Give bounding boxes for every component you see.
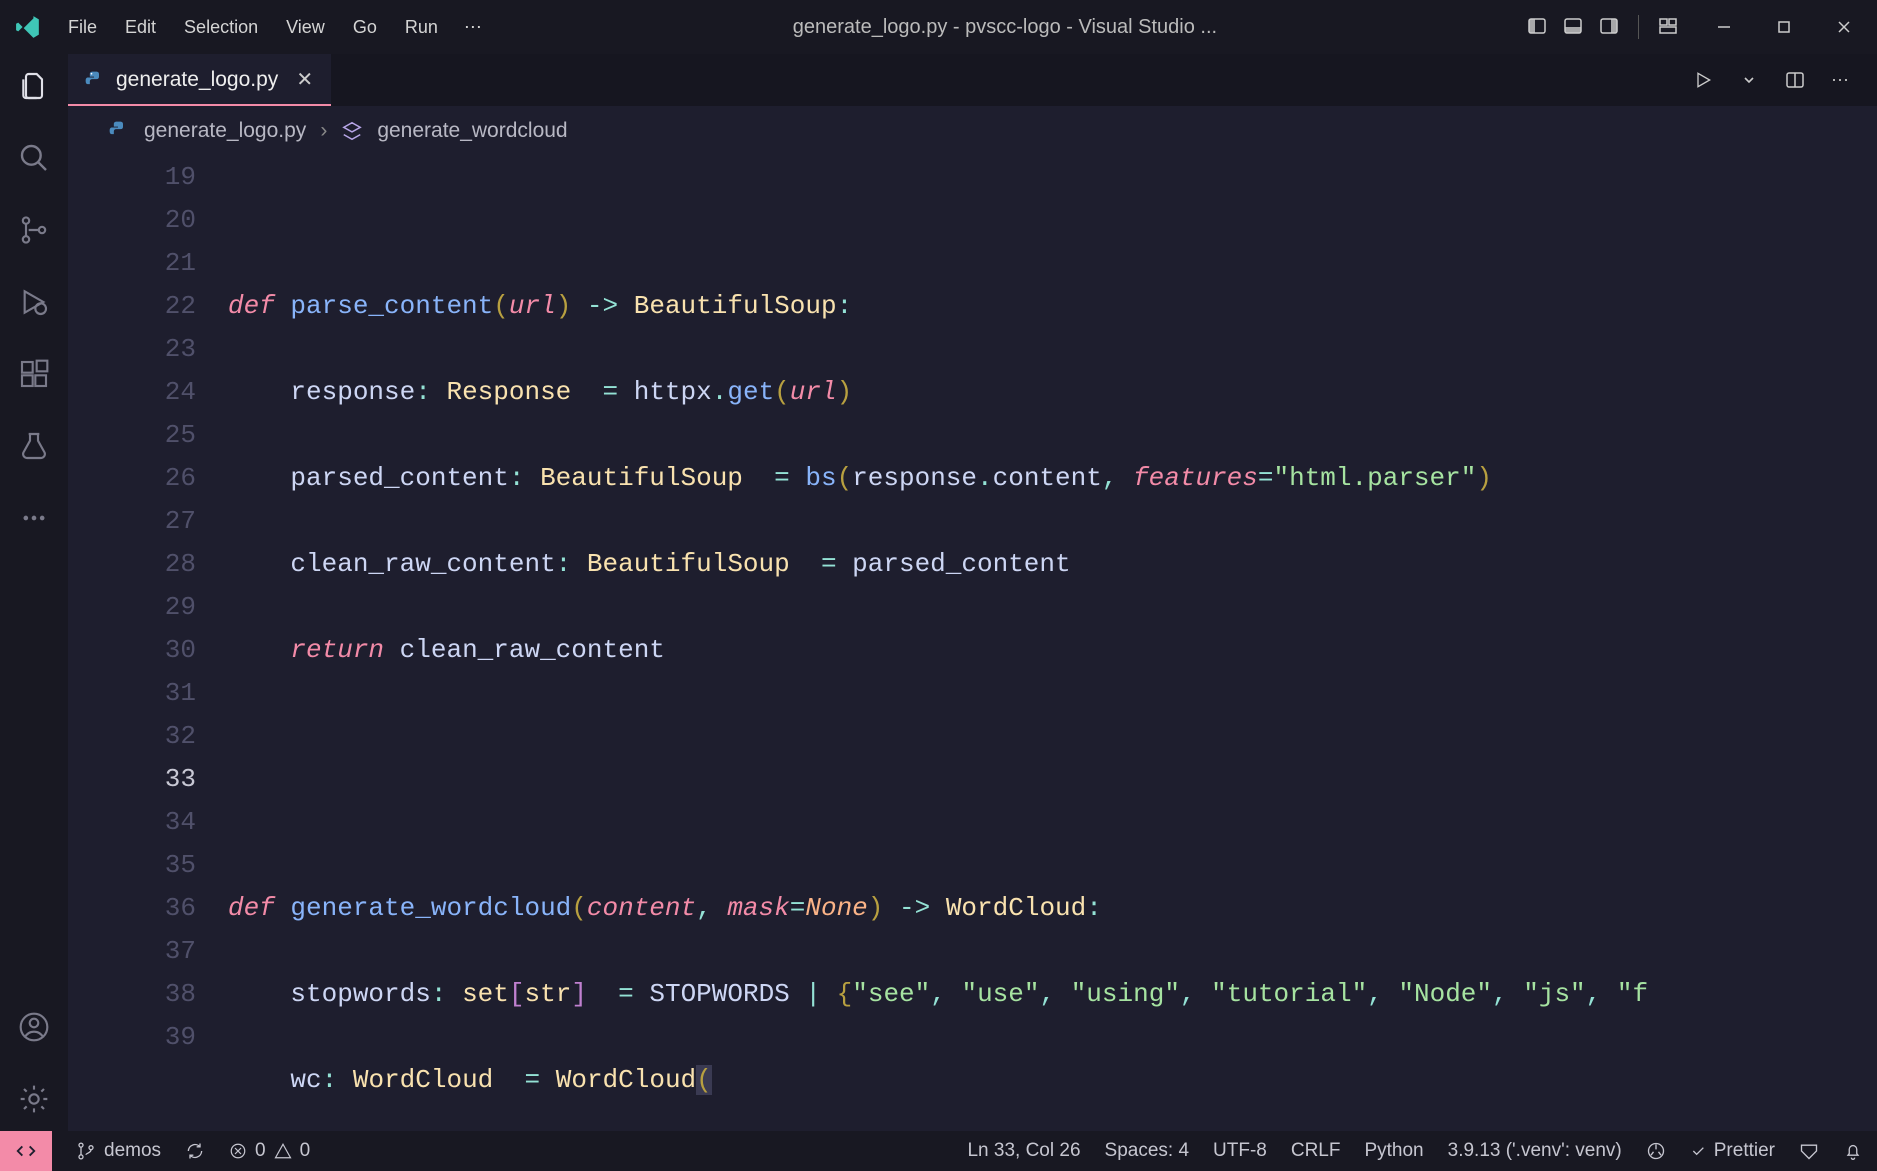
editor-tabs: generate_logo.py ✕ ⋯ [68, 54, 1877, 106]
feedback-icon[interactable] [1799, 1141, 1819, 1161]
accounts-icon[interactable] [16, 1009, 52, 1045]
menu-view[interactable]: View [286, 17, 325, 38]
editor-area: generate_logo.py ✕ ⋯ generate_logo.py › … [68, 54, 1877, 1131]
titlebar: File Edit Selection View Go Run ⋯ genera… [0, 0, 1877, 54]
toggle-panel-right-icon[interactable] [1598, 15, 1620, 37]
tab-close-icon[interactable]: ✕ [296, 67, 313, 92]
layout-divider [1638, 15, 1639, 39]
menu-selection[interactable]: Selection [184, 17, 258, 38]
git-branch-status[interactable]: demos [76, 1140, 161, 1162]
git-branch-name: demos [104, 1140, 161, 1162]
python-interpreter[interactable]: 3.9.13 ('.venv': venv) [1448, 1140, 1622, 1162]
search-icon[interactable] [16, 140, 52, 176]
indentation-status[interactable]: Spaces: 4 [1105, 1140, 1190, 1162]
minimize-button[interactable] [1713, 16, 1735, 38]
run-dropdown-icon[interactable] [1737, 68, 1761, 92]
menu-edit[interactable]: Edit [125, 17, 156, 38]
settings-gear-icon[interactable] [16, 1081, 52, 1117]
menubar: File Edit Selection View Go Run [68, 17, 438, 38]
customize-layout-icon[interactable] [1657, 15, 1679, 37]
problems-status[interactable]: 0 0 [229, 1140, 310, 1162]
remote-indicator[interactable] [0, 1131, 52, 1171]
testing-icon[interactable] [16, 428, 52, 464]
menu-file[interactable]: File [68, 17, 97, 38]
breadcrumb-symbol[interactable]: generate_wordcloud [377, 119, 567, 143]
explorer-icon[interactable] [16, 68, 52, 104]
language-mode[interactable]: Python [1364, 1140, 1423, 1162]
code-content[interactable]: def parse_content(url) -> BeautifulSoup:… [228, 156, 1877, 1131]
warning-count: 0 [300, 1140, 311, 1162]
more-activity-icon[interactable] [16, 500, 52, 536]
activitybar [0, 54, 68, 1131]
tab-actions: ⋯ [1667, 54, 1877, 106]
cursor-position[interactable]: Ln 33, Col 26 [967, 1140, 1080, 1162]
editor-more-icon[interactable]: ⋯ [1829, 68, 1853, 92]
layout-controls [1526, 15, 1679, 39]
source-control-icon[interactable] [16, 212, 52, 248]
maximize-button[interactable] [1773, 16, 1795, 38]
extensions-icon[interactable] [16, 356, 52, 392]
formatter-name: Prettier [1714, 1140, 1775, 1162]
tab-generate-logo[interactable]: generate_logo.py ✕ [68, 54, 331, 106]
toggle-panel-bottom-icon[interactable] [1562, 15, 1584, 37]
menu-go[interactable]: Go [353, 17, 377, 38]
notifications-bell-icon[interactable] [1843, 1141, 1863, 1161]
sync-status-icon[interactable] [185, 1141, 205, 1161]
encoding-status[interactable]: UTF-8 [1213, 1140, 1267, 1162]
formatter-status[interactable]: Prettier [1690, 1140, 1775, 1162]
close-window-button[interactable] [1833, 16, 1855, 38]
python-file-icon [84, 70, 104, 90]
breadcrumbs[interactable]: generate_logo.py › generate_wordcloud [68, 106, 1877, 156]
window-controls [1713, 16, 1855, 38]
menu-run[interactable]: Run [405, 17, 438, 38]
run-debug-icon[interactable] [16, 284, 52, 320]
function-symbol-icon [341, 120, 363, 142]
tab-filename: generate_logo.py [116, 68, 278, 92]
toggle-panel-left-icon[interactable] [1526, 15, 1548, 37]
run-file-icon[interactable] [1691, 68, 1715, 92]
live-share-icon[interactable] [1646, 1141, 1666, 1161]
vscode-logo-icon [14, 13, 42, 41]
split-editor-icon[interactable] [1783, 68, 1807, 92]
breadcrumb-file[interactable]: generate_logo.py [144, 119, 306, 143]
python-file-icon [108, 120, 130, 142]
main-area: generate_logo.py ✕ ⋯ generate_logo.py › … [0, 54, 1877, 1131]
error-count: 0 [255, 1140, 266, 1162]
window-title: generate_logo.py - pvscc-logo - Visual S… [490, 16, 1520, 39]
breadcrumb-separator-icon: › [320, 119, 327, 143]
line-gutter: 19 20 21 22 23 24 25 26 27 28 29 30 31 3… [68, 156, 228, 1131]
code-editor[interactable]: 19 20 21 22 23 24 25 26 27 28 29 30 31 3… [68, 156, 1877, 1131]
eol-status[interactable]: CRLF [1291, 1140, 1341, 1162]
statusbar: demos 0 0 Ln 33, Col 26 Spaces: 4 UTF-8 … [0, 1131, 1877, 1171]
menu-more-icon[interactable]: ⋯ [464, 17, 484, 38]
